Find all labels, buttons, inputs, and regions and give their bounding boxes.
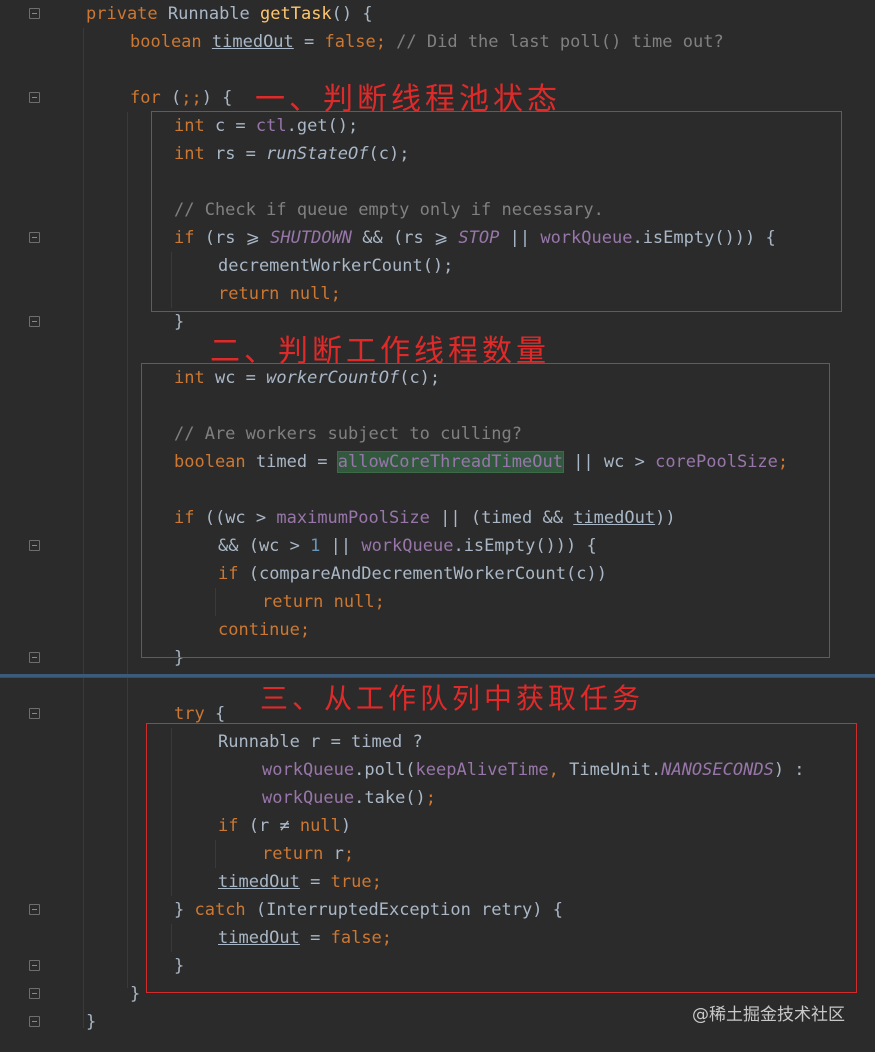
annotation-box-worker-count	[141, 363, 830, 658]
code-text: }	[86, 1012, 97, 1032]
keyword: false	[324, 32, 376, 52]
fold-marker-icon[interactable]	[29, 652, 40, 663]
keyword: for	[130, 88, 171, 108]
annotation-label-state-check: 一、判断线程池状态	[255, 82, 561, 117]
code-line[interactable]: }	[174, 308, 184, 336]
fold-marker-icon[interactable]	[29, 92, 40, 103]
keyword: private	[86, 4, 168, 24]
fold-marker-icon[interactable]	[29, 708, 40, 719]
type-name: Runnable	[167, 4, 261, 24]
fold-marker-icon[interactable]	[29, 540, 40, 551]
code-text: }	[130, 984, 141, 1004]
editor-gutter	[0, 0, 70, 1052]
code-line[interactable]: }	[130, 980, 140, 1008]
code-line[interactable]: for (;;) {	[130, 84, 232, 112]
fold-marker-icon[interactable]	[29, 8, 40, 19]
code-line[interactable]: }	[86, 1008, 96, 1036]
keyword: boolean	[130, 32, 212, 52]
code-line[interactable]: private Runnable getTask() {	[86, 0, 373, 28]
annotation-box-state-check	[151, 111, 842, 312]
code-text: =	[293, 32, 325, 52]
code-editor[interactable]: private Runnable getTask() { boolean tim…	[0, 0, 875, 1052]
fold-marker-icon[interactable]	[29, 960, 40, 971]
annotation-label-get-task: 三、从工作队列中获取任务	[260, 682, 645, 715]
comment: // Did the last poll() time out?	[385, 32, 724, 52]
method-name: getTask	[260, 4, 332, 24]
fold-marker-icon[interactable]	[29, 1016, 40, 1027]
semicolon: ;;	[181, 88, 202, 108]
indent-guide	[83, 28, 84, 1028]
code-line[interactable]: boolean timedOut = false; // Did the las…	[130, 28, 724, 56]
code-text: () {	[331, 4, 373, 24]
keyword: try	[174, 704, 215, 724]
code-text: ) {	[201, 88, 233, 108]
code-text: (	[170, 88, 182, 108]
annotation-label-worker-count: 二、判断工作线程数量	[210, 334, 550, 369]
variable: timedOut	[211, 32, 294, 52]
code-text: {	[214, 704, 226, 724]
indent-guide	[127, 112, 128, 988]
fold-marker-icon[interactable]	[29, 232, 40, 243]
fold-marker-icon[interactable]	[29, 316, 40, 327]
code-text: }	[174, 312, 185, 332]
watermark: @稀土掘金技术社区	[692, 1005, 845, 1025]
fold-marker-icon[interactable]	[29, 988, 40, 999]
fold-marker-icon[interactable]	[29, 904, 40, 915]
semicolon: ;	[375, 32, 386, 52]
annotation-box-get-task	[146, 723, 857, 993]
